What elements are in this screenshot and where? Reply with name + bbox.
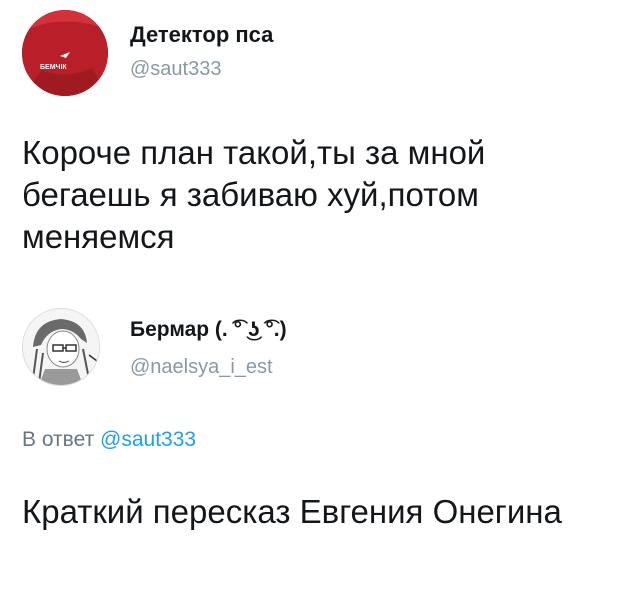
display-name[interactable]: Бермар (. ͡° ͜ʖ ͡°.)	[130, 318, 287, 342]
svg-text:БЕМЧIК: БЕМЧIК	[40, 64, 67, 71]
reply-mention-link[interactable]: @saut333	[100, 428, 196, 451]
user-handle[interactable]: @saut333	[130, 58, 221, 81]
display-name[interactable]: Детектор пса	[130, 22, 273, 48]
reply-context: В ответ @saut333	[22, 428, 196, 452]
reply-prefix: В ответ	[22, 428, 95, 451]
tweet-original: БЕМЧIК Детектор пса @saut333 Короче план…	[0, 0, 636, 300]
user-avatar[interactable]: БЕМЧIК	[22, 10, 108, 96]
tweet-text: Краткий пересказ Евгения Онегина	[22, 493, 562, 530]
tweet-text: Короче план такой,ты за мной бегаешь я з…	[22, 134, 486, 255]
user-avatar[interactable]	[22, 308, 100, 386]
user-handle[interactable]: @naelsya_i_est	[130, 356, 273, 379]
avatar-anime-sketch-icon	[23, 309, 99, 385]
avatar-red-shirt-icon: БЕМЧIК	[22, 10, 108, 96]
tweet-reply: Бермар (. ͡° ͜ʖ ͡°.) @naelsya_i_est В от…	[0, 300, 636, 605]
